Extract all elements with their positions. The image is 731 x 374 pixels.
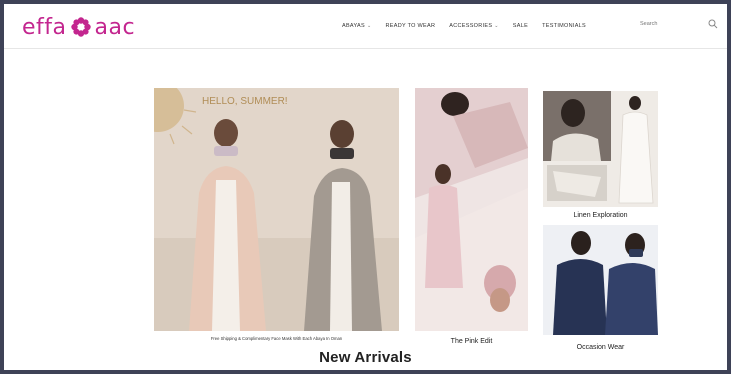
nav-label: TESTIMONIALS: [542, 23, 587, 29]
hero-banner-image: [154, 88, 399, 331]
nav-item-abayas[interactable]: ABAYAS ⌄: [342, 23, 372, 29]
collection-tile-pink-edit[interactable]: [415, 88, 528, 331]
caption-linen-exploration[interactable]: Linen Exploration: [543, 212, 658, 219]
search-icon[interactable]: [708, 19, 718, 29]
nav-item-testimonials[interactable]: TESTIMONIALS: [542, 23, 586, 29]
collection-tile-occasion-wear[interactable]: [543, 225, 658, 335]
nav-label: ABAYAS: [342, 23, 365, 29]
page-frame: effa aac ABAYAS ⌄ READY TO WEAR ACCESSOR…: [4, 4, 727, 370]
chevron-down-icon: ⌄: [367, 23, 372, 29]
main-nav: ABAYAS ⌄ READY TO WEAR ACCESSORIES ⌄ SALE …: [342, 4, 586, 48]
nav-item-ready-to-wear[interactable]: READY TO WEAR: [386, 23, 436, 29]
nav-label: SALE: [512, 23, 529, 29]
brand-logo[interactable]: effa aac: [22, 14, 136, 40]
linen-exploration-image: [543, 91, 658, 207]
pink-edit-image: [415, 88, 528, 331]
nav-item-sale[interactable]: SALE: [513, 23, 528, 29]
flower-logo-icon: [70, 17, 91, 37]
hero-banner-title: HELLO, SUMMER!: [202, 96, 288, 107]
hero-banner[interactable]: HELLO, SUMMER!: [154, 88, 399, 331]
caption-pink-edit[interactable]: The Pink Edit: [415, 338, 528, 345]
logo-text-right: aac: [94, 14, 136, 40]
logo-text-left: effa: [22, 14, 67, 40]
nav-label: ACCESSORIES: [449, 23, 493, 29]
hero-caption: Free Shipping & Complimentary Face Mask …: [210, 336, 343, 341]
collection-tile-linen-exploration[interactable]: [543, 91, 658, 207]
occasion-wear-image: [543, 225, 658, 335]
section-title-new-arrivals: New Arrivals: [319, 349, 412, 366]
search-input[interactable]: [636, 18, 704, 30]
nav-label: READY TO WEAR: [385, 23, 436, 29]
chevron-down-icon: ⌄: [494, 23, 499, 29]
site-header: effa aac ABAYAS ⌄ READY TO WEAR ACCESSOR…: [4, 4, 727, 49]
nav-item-accessories[interactable]: ACCESSORIES ⌄: [449, 23, 499, 29]
search-bar: [636, 14, 722, 34]
